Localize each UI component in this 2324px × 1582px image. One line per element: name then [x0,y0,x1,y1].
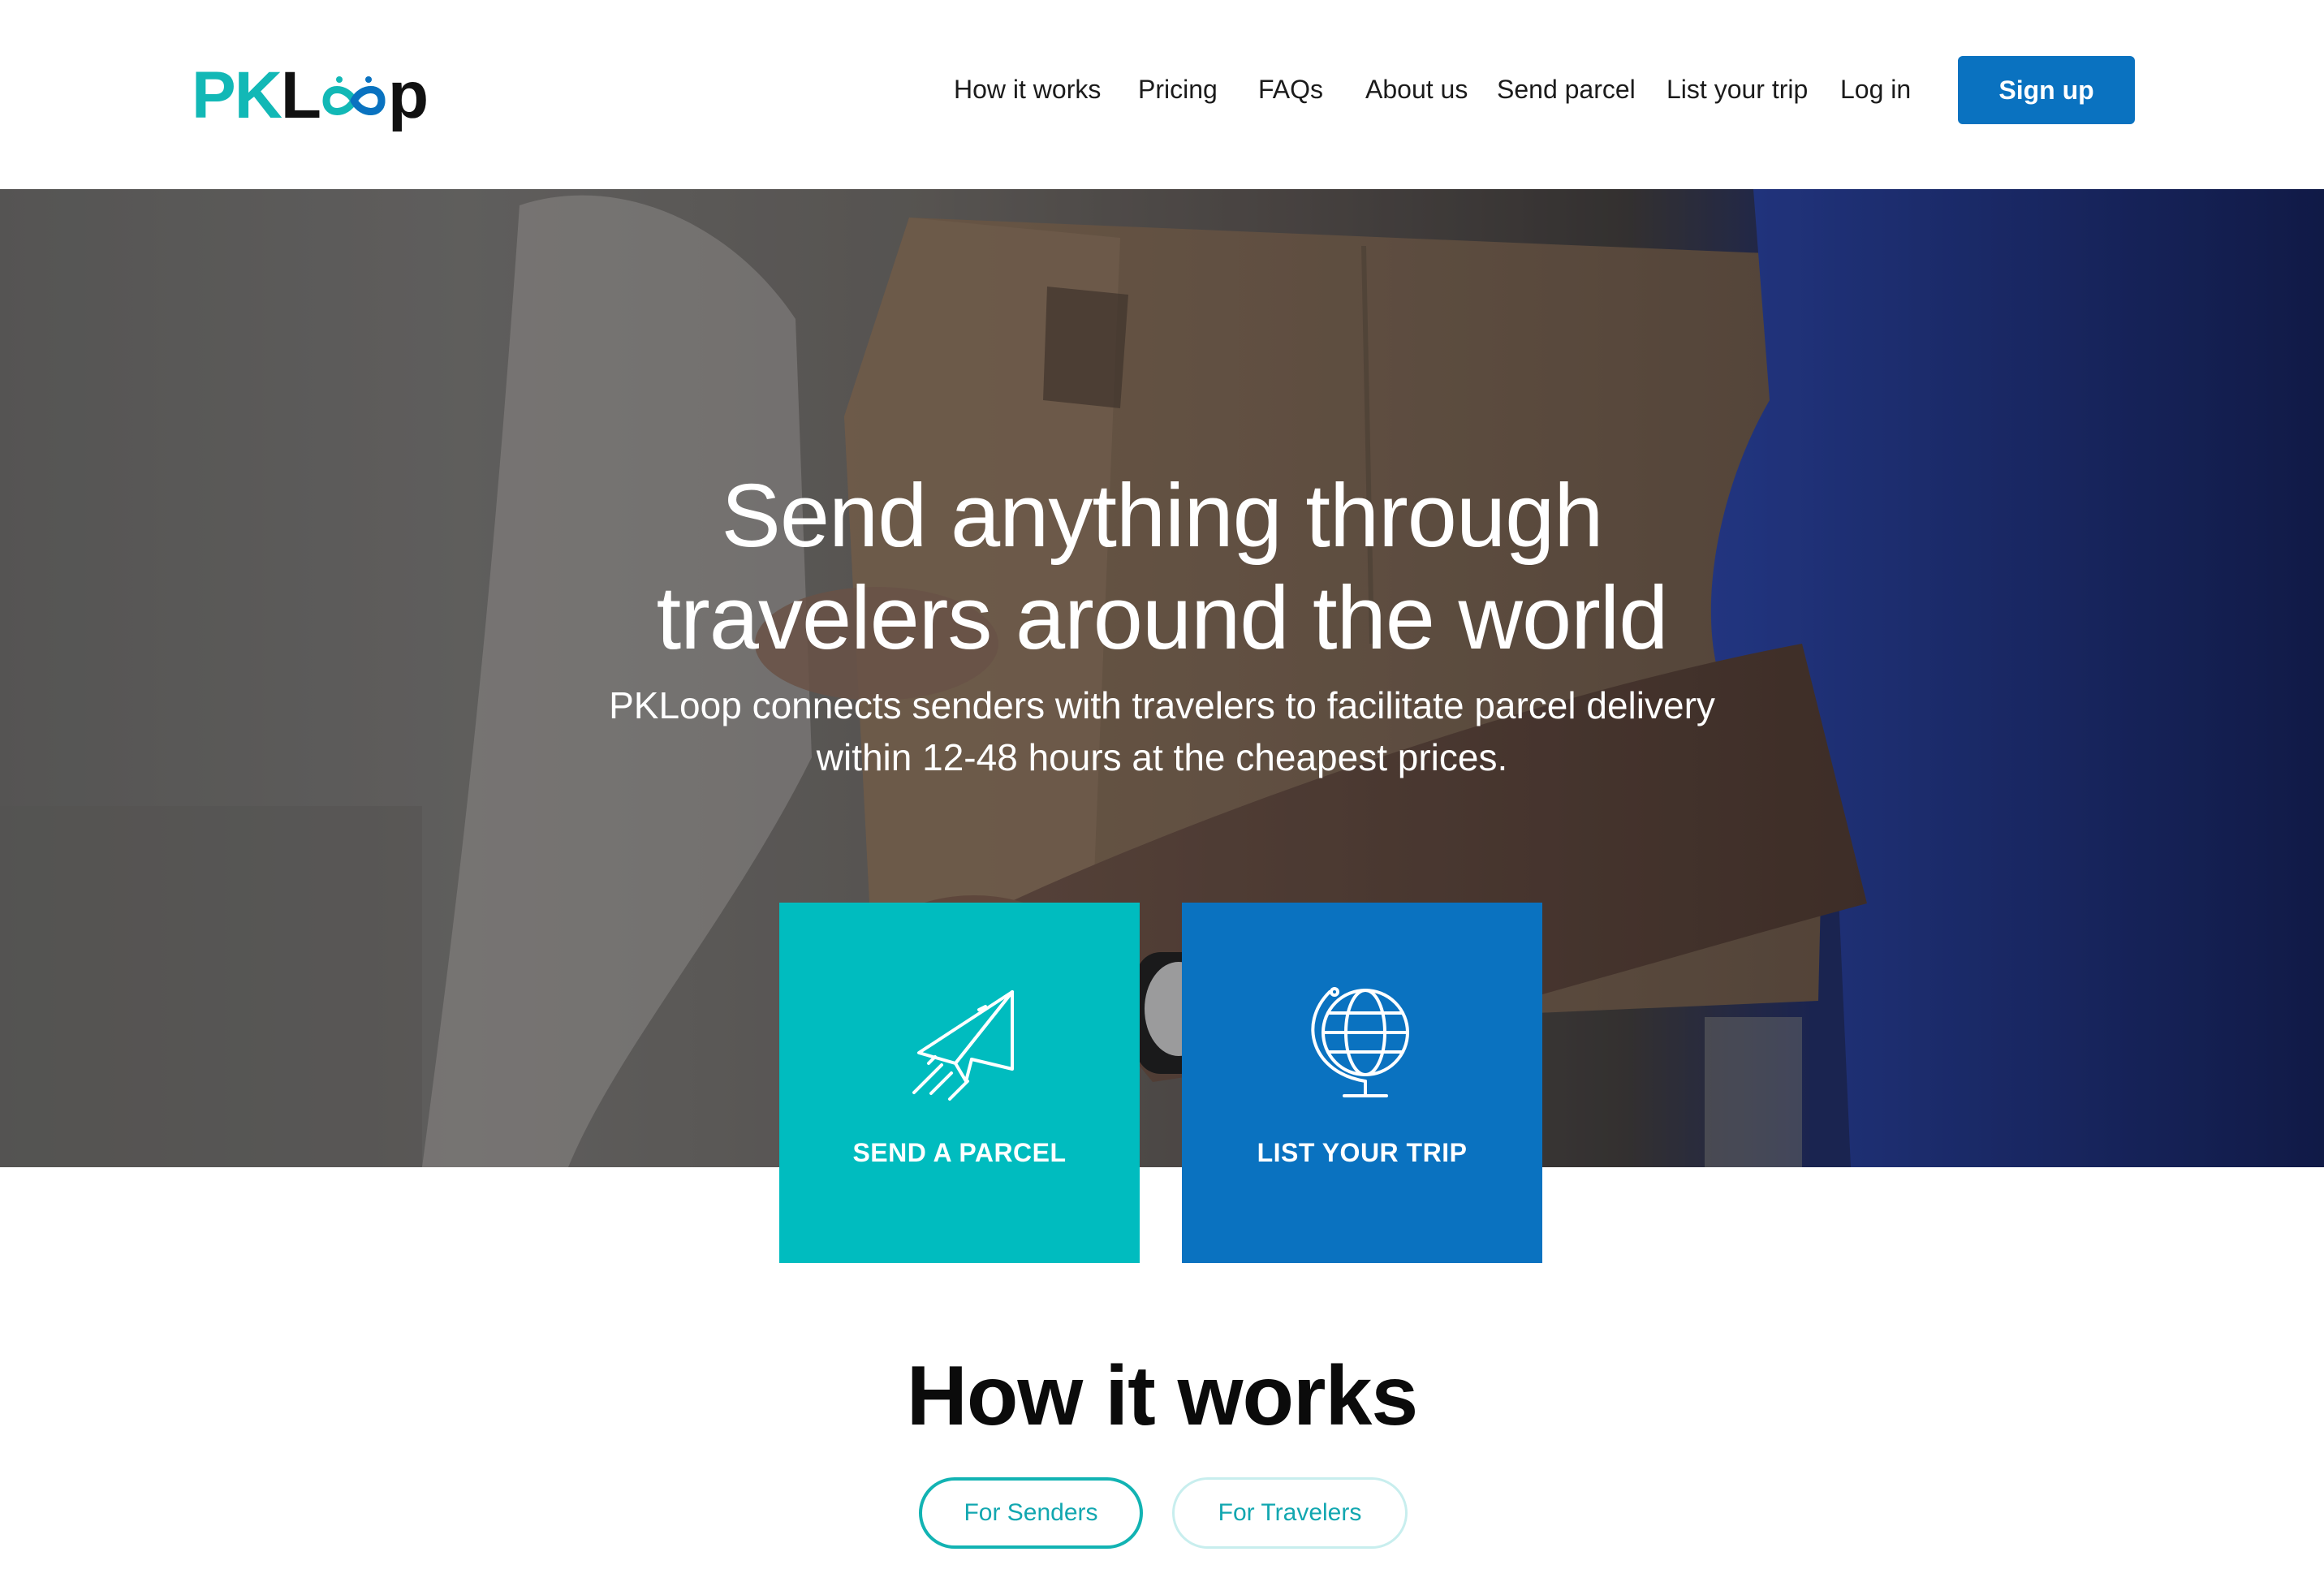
send-parcel-label: SEND A PARCEL [852,1138,1067,1167]
send-parcel-tile[interactable]: SEND A PARCEL [779,903,1140,1263]
hero-subtitle-line-2: within 12-48 hours at the cheapest price… [816,736,1508,778]
nav-how-it-works[interactable]: How it works [954,65,1101,114]
nav-send-parcel[interactable]: Send parcel [1497,65,1636,114]
tab-for-senders[interactable]: For Senders [919,1477,1143,1549]
globe-icon [1182,976,1542,1106]
tab-for-travelers[interactable]: For Travelers [1172,1477,1408,1549]
nav-about-us[interactable]: About us [1365,65,1468,114]
hero-subtitle-line-1: PKLoop connects senders with travelers t… [609,684,1715,726]
hero-title-line-2: travelers around the world [656,568,1669,668]
how-it-works-heading: How it works [906,1349,1418,1443]
sign-up-button[interactable]: Sign up [1958,56,2135,124]
hero-title: Send anything through travelers around t… [0,465,2324,670]
hero-dark-overlay [0,189,2324,1167]
nav-pricing[interactable]: Pricing [1138,65,1218,114]
nav-faqs[interactable]: FAQs [1258,65,1323,114]
hero-title-line-1: Send anything through [721,466,1604,566]
hero-section: Send anything through travelers around t… [0,189,2324,1167]
hero-subtitle: PKLoop connects senders with travelers t… [0,679,2324,783]
paper-plane-icon [779,976,1140,1106]
list-trip-label: LIST YOUR TRIP [1257,1138,1468,1167]
nav-list-your-trip[interactable]: List your trip [1666,65,1808,114]
site-header: PK L p How it works Pricing FAQs About us… [0,0,2324,189]
nav-log-in[interactable]: Log in [1840,65,1911,114]
list-trip-tile[interactable]: LIST YOUR TRIP [1182,903,1542,1263]
